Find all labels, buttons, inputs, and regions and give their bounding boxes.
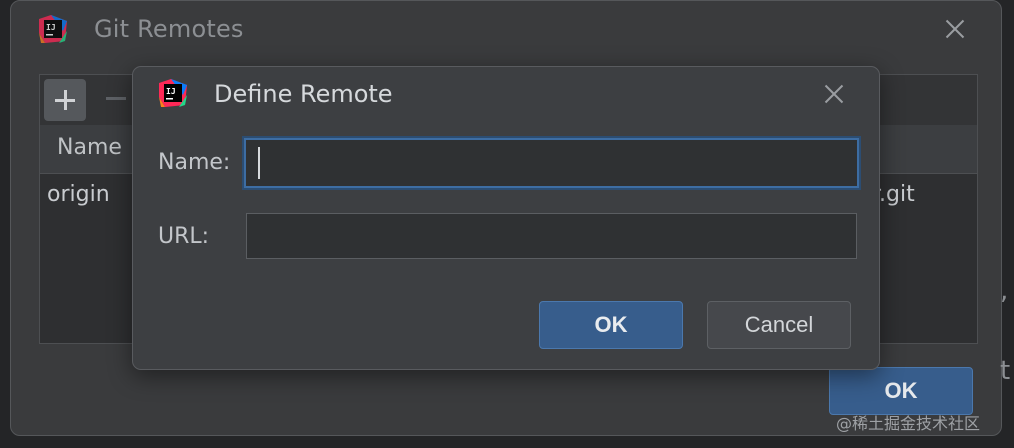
watermark-text: @稀土掘金技术社区: [836, 414, 981, 433]
close-icon[interactable]: [943, 17, 967, 41]
dialog-title: Git Remotes: [94, 15, 244, 43]
svg-text:IJ: IJ: [166, 87, 176, 96]
screen: IJ Git Remotes Name origin r.git OK , t: [0, 0, 1014, 448]
intellij-idea-icon: IJ: [159, 79, 187, 107]
background-text-fragment: ,: [1000, 276, 1009, 306]
text-caret: [258, 147, 260, 179]
name-field[interactable]: [244, 138, 859, 188]
cancel-button[interactable]: Cancel: [707, 301, 851, 349]
url-field[interactable]: [246, 213, 857, 259]
svg-text:IJ: IJ: [46, 23, 56, 32]
table-row-remote-name[interactable]: origin: [47, 182, 110, 207]
name-label: Name:: [158, 150, 231, 175]
ok-button[interactable]: OK: [539, 301, 683, 349]
intellij-idea-icon: IJ: [39, 15, 67, 43]
column-header-name[interactable]: Name: [57, 135, 122, 160]
close-icon[interactable]: [822, 82, 846, 106]
background-text-fragment: t: [1000, 356, 1011, 386]
define-remote-dialog: IJ Define Remote Name: URL: OK Cancel: [132, 66, 880, 370]
dialog-title: Define Remote: [214, 80, 393, 108]
plus-icon[interactable]: [44, 79, 86, 121]
url-label: URL:: [158, 224, 210, 249]
minus-icon[interactable]: [106, 97, 126, 100]
ok-button[interactable]: OK: [829, 367, 973, 415]
